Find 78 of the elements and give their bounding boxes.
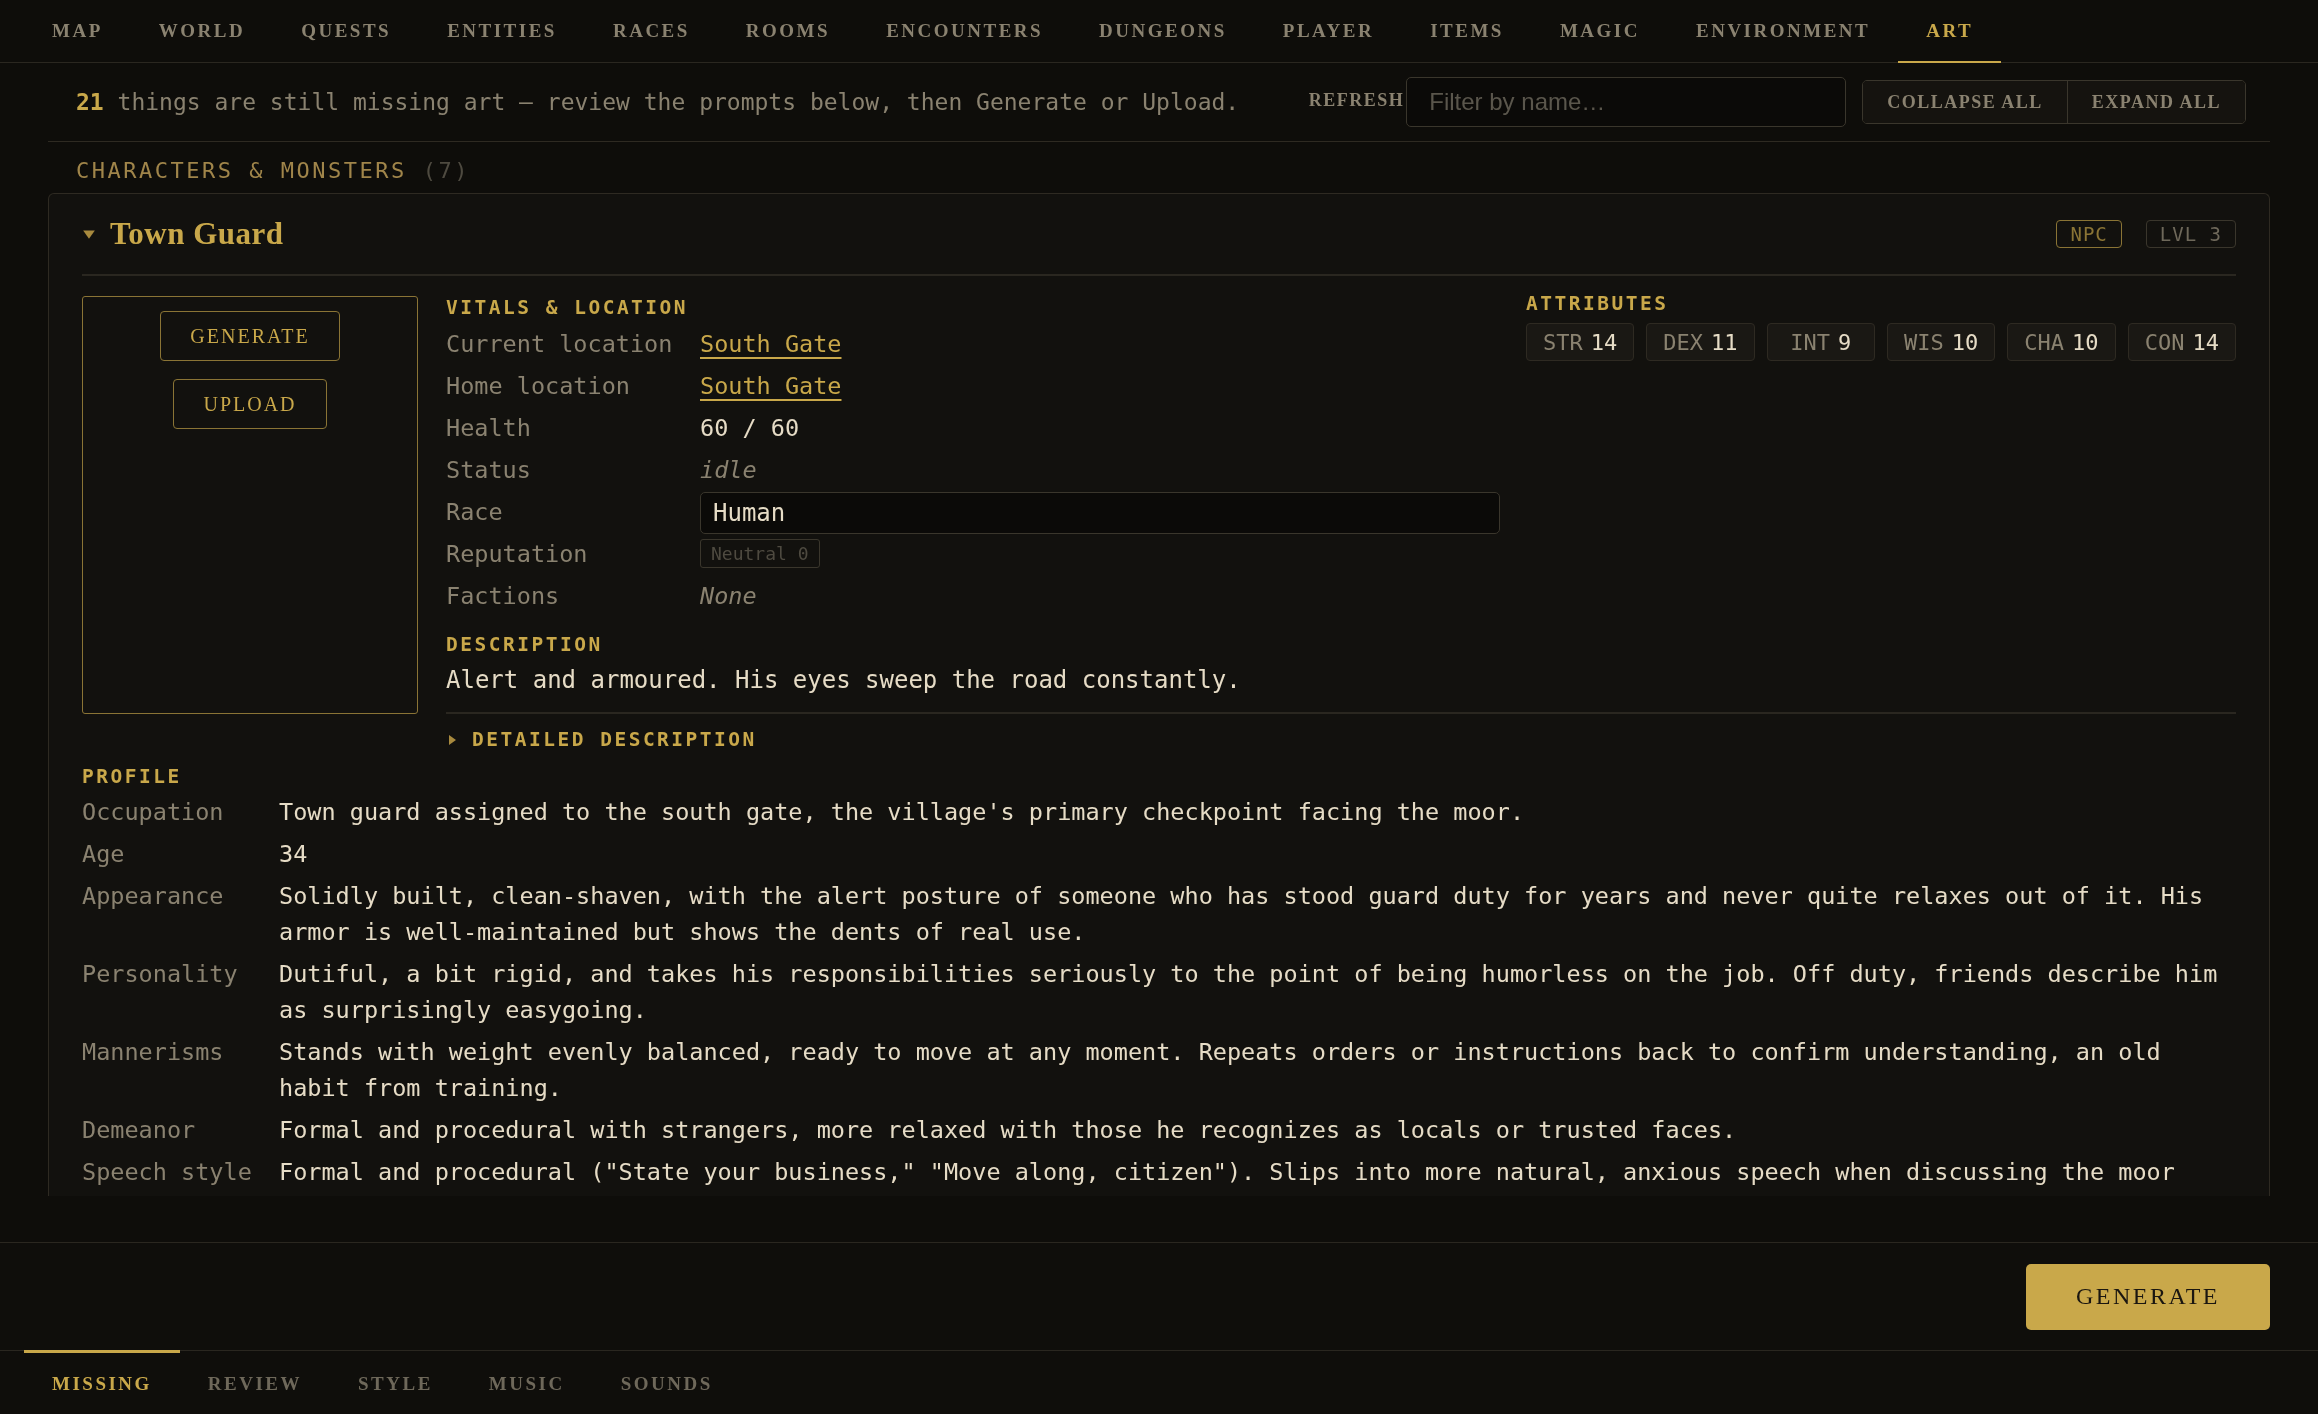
art-button[interactable]: GENERATE (160, 311, 340, 361)
art-button[interactable]: UPLOAD (173, 379, 327, 429)
nav-tab[interactable]: RACES (584, 0, 718, 63)
bottom-tab[interactable]: STYLE (330, 1350, 461, 1414)
profile-label: Occupation (82, 797, 225, 828)
detailed-description-toggle[interactable]: DETAILED DESCRIPTION (472, 728, 757, 751)
nav-tab[interactable]: MAGIC (1531, 0, 1668, 63)
section-heading: ATTRIBUTES (1526, 292, 1670, 315)
nav-tab[interactable]: PLAYER (1254, 0, 1403, 63)
field-label: Status (446, 455, 532, 485)
generate-button[interactable]: GENERATE (2026, 1263, 2270, 1330)
bottom-tab[interactable]: MISSING (24, 1350, 180, 1414)
attribute-name: CON (2144, 329, 2185, 355)
nav-tab[interactable]: ROOMS (717, 0, 859, 63)
tag-badge: NPC (2056, 220, 2122, 248)
bottom-tab[interactable]: SOUNDS (592, 1350, 741, 1414)
nav-tab[interactable]: ENTITIES (419, 0, 585, 63)
profile-value: Dutiful, a bit rigid, and takes his responsibilities seriously to the point of being humorless on the job. Off duty, friends describe him as surprisingly easygoing. (279, 959, 2219, 1026)
profile-label: Mannerisms (82, 1037, 225, 1068)
section-title: CHARACTERS & MONSTERS (76, 158, 407, 183)
tag-badge: LVL 3 (2145, 220, 2236, 248)
attribute-name: DEX (1663, 329, 1704, 355)
bottom-tab[interactable]: REVIEW (179, 1350, 331, 1414)
field-value: idle (700, 455, 757, 485)
attribute-value: 9 (1838, 329, 1852, 355)
nav-tab[interactable]: DUNGEONS (1071, 0, 1255, 63)
section-count: (7) (422, 158, 470, 183)
section-heading: DESCRIPTION (446, 633, 604, 656)
field-label: Health (446, 413, 532, 443)
profile-value: Stands with weight evenly balanced, ready to move at any moment. Repeats orders or instructions back to confirm understanding, an old habit from training. (279, 1037, 2162, 1104)
nav-tab[interactable]: ENCOUNTERS (858, 0, 1072, 63)
field-label: Reputation (446, 539, 589, 569)
missing-art-message: 21 things are still missing art — review the prompts below, then Generate or Upload. (76, 89, 1241, 115)
caret-icon[interactable] (446, 733, 458, 746)
profile-value: Formal and procedural ("State your business," "Move along, citizen"). Slips into more natural, anxious speech when discussing the moor (279, 1157, 2176, 1188)
nav-tab[interactable]: QUESTS (273, 0, 420, 63)
location-link[interactable]: South Gate (700, 367, 842, 401)
location-link[interactable]: South Gate (700, 325, 842, 359)
profile-label: Appearance (82, 881, 225, 912)
nav-tab[interactable]: WORLD (130, 0, 274, 63)
field-value: 60 / 60 (700, 413, 800, 443)
attribute-value: 10 (2072, 329, 2099, 355)
profile-value: Formal and procedural with strangers, more relaxed with those he recognizes as locals or trusted faces. (279, 1115, 1738, 1146)
attribute-value: 10 (1951, 329, 1979, 355)
filter-field[interactable]: Filter by name… (1406, 77, 1847, 127)
attribute-value: 14 (2192, 329, 2219, 355)
race-field[interactable]: Human (700, 492, 1500, 534)
field-label: Home location (446, 371, 631, 401)
bottom-tab[interactable]: MUSIC (460, 1350, 593, 1414)
attribute-name: INT (1790, 329, 1831, 355)
profile-label: Speech style (82, 1157, 253, 1188)
field-label: Factions (446, 581, 561, 611)
field-label: Current location (446, 329, 674, 359)
toolbar-button[interactable]: EXPAND ALL (2066, 81, 2245, 123)
field-value: None (700, 581, 757, 611)
nav-tab[interactable]: ENVIRONMENT (1668, 0, 1899, 63)
reputation-badge: Neutral 0 (700, 539, 820, 568)
section-heading: VITALS & LOCATION (446, 296, 690, 319)
attribute-value: 11 (1711, 329, 1738, 355)
description-text: Alert and armoured. His eyes sweep the road constantly. (446, 666, 1242, 694)
attribute-name: STR (1543, 329, 1583, 355)
nav-tab[interactable]: ART (1898, 0, 2002, 63)
attribute-name: WIS (1904, 329, 1944, 355)
profile-label: Age (82, 839, 126, 870)
card-title: Town Guard (110, 216, 285, 252)
toolbar-button[interactable]: COLLAPSE ALL (1863, 81, 2067, 123)
field-label: Race (446, 497, 504, 527)
profile-label: Personality (82, 959, 239, 990)
nav-tab[interactable]: MAP (24, 0, 131, 63)
profile-label: Demeanor (82, 1115, 197, 1146)
attribute-value: 14 (1590, 329, 1618, 355)
profile-value: Town guard assigned to the south gate, the village's primary checkpoint facing the moor. (279, 797, 1526, 828)
profile-value: 34 (279, 839, 309, 870)
nav-tab[interactable]: ITEMS (1402, 0, 1532, 63)
refresh-button[interactable]: REFRESH (1308, 89, 1405, 111)
profile-value: Solidly built, clean-shaven, with the alert posture of someone who has stood guard duty for years and never quite relaxes out of it. His armor is well-maintained but shows the dents of real use. (279, 881, 2205, 948)
attribute-name: CHA (2024, 329, 2065, 355)
section-heading: PROFILE (82, 765, 183, 788)
